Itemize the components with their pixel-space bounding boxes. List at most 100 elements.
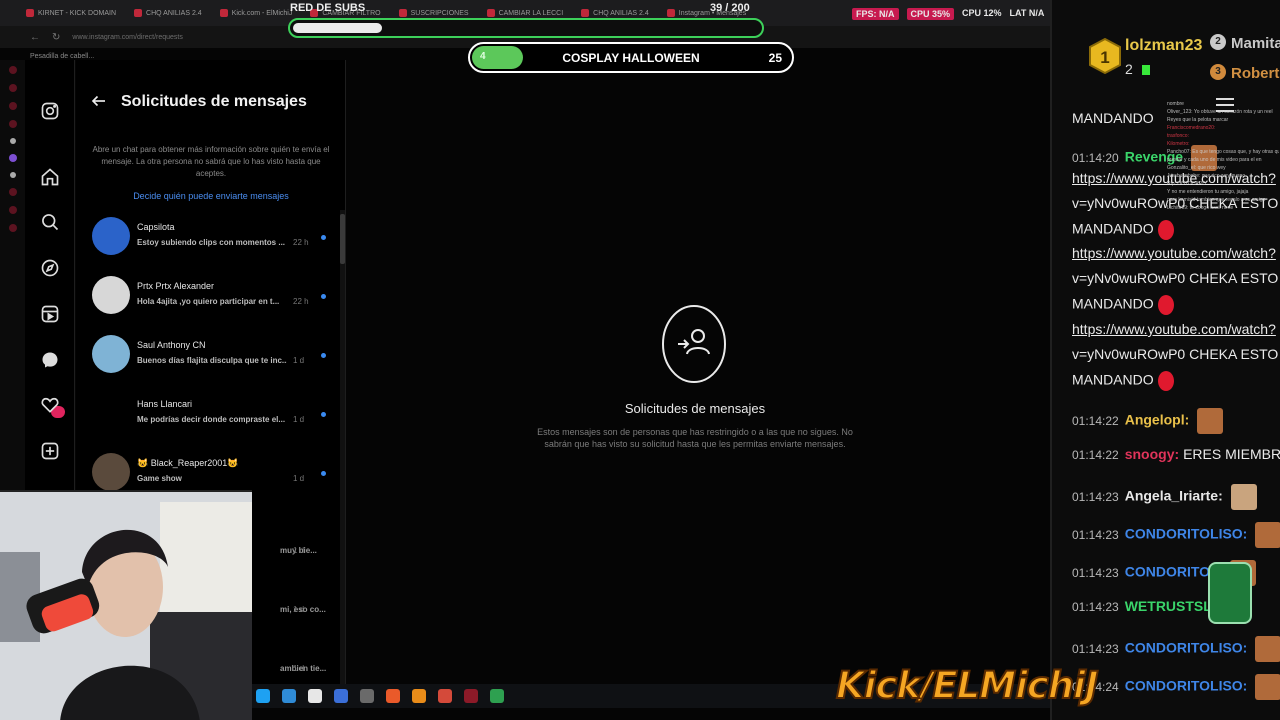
leader-1-count: 2 — [1125, 61, 1133, 77]
chat-link[interactable]: https://www.youtube.com/watch? — [1072, 245, 1276, 261]
chat-link[interactable]: https://www.youtube.com/watch? — [1072, 321, 1276, 337]
app-icon[interactable] — [8, 224, 17, 232]
thread-time: 1 d — [293, 474, 305, 483]
browser-tab[interactable]: CHQ ANILIAS 2.4 — [126, 3, 210, 23]
app-icon[interactable] — [8, 66, 17, 74]
bookmark-item[interactable]: Pesadilla de cabell... — [30, 53, 94, 60]
thread-name: Saul Anthony CN — [137, 340, 206, 350]
unread-dot — [321, 353, 326, 358]
rank-1-badge: 1 — [1089, 38, 1121, 74]
home-icon[interactable] — [39, 166, 61, 188]
chat-username[interactable]: Angelopl: — [1125, 412, 1190, 428]
create-post-icon[interactable] — [39, 440, 61, 462]
leader-1-name[interactable]: lolzman23 — [1125, 37, 1202, 55]
chat-text: MANDANDO — [1072, 110, 1154, 126]
webcam-feed — [0, 490, 252, 720]
taskbar-app-icon[interactable] — [464, 689, 478, 703]
browser-tab[interactable]: Kick.com - ElMichiJ — [212, 3, 301, 23]
x-icon[interactable] — [9, 172, 16, 178]
tab-favicon-icon — [581, 9, 590, 17]
overlay-chat-line: Rip: DOTOCARD — [1167, 181, 1206, 187]
app-icon[interactable] — [9, 138, 16, 144]
thread-preview: mi, eso co... — [280, 605, 326, 614]
chat-timestamp: 01:14:22 — [1072, 448, 1119, 462]
thread-name: Capsilota — [137, 222, 175, 232]
search-icon[interactable] — [39, 211, 61, 233]
chat-username[interactable]: Angela_Iriarte: — [1125, 488, 1223, 504]
chat-username[interactable]: CONDORITOLISO: — [1125, 678, 1248, 694]
app-icon[interactable] — [8, 84, 17, 92]
chat-message: https://www.youtube.com/watch? — [1072, 245, 1276, 261]
taskbar-app-icon[interactable] — [412, 689, 426, 703]
overlay-chat-line: Y no me entendieron tu amigo, jajaja — [1167, 189, 1249, 195]
tab-favicon-icon — [26, 9, 34, 17]
browser-tab-label: Kick.com - ElMichiJ — [231, 9, 293, 17]
chat-message: MANDANDO — [1072, 371, 1174, 391]
emote-icon — [1255, 636, 1280, 662]
chat-message: 01:14:23 CONDORITOLISO: — [1072, 522, 1280, 548]
chat-timestamp: 01:14:22 — [1072, 413, 1119, 428]
overlay-chat-line: Lichito09: te coogo aasii nene — [1167, 205, 1234, 211]
firefox-icon[interactable] — [386, 689, 400, 703]
thread-time: 1 d — [293, 415, 305, 424]
browser-tab-label: KIRNET - KICK DOMAIN — [38, 9, 117, 17]
browser-tab[interactable]: KIRNET - KICK DOMAIN — [18, 3, 124, 23]
overlay-chat-line: Pancho07: Es que tengo cosas que, y hay … — [1167, 149, 1279, 155]
taskbar-app-icon[interactable] — [282, 689, 296, 703]
list-item[interactable]: Capsilota Estoy subiendo clips con moment… — [90, 214, 330, 264]
messenger-icon[interactable] — [39, 349, 61, 371]
thread-preview: Buenos días flajita disculpa que te inc.… — [137, 356, 287, 365]
explore-icon[interactable] — [39, 257, 61, 279]
emote-icon — [1157, 220, 1174, 240]
latency-readout: LAT N/A — [1009, 8, 1045, 18]
reels-icon[interactable] — [39, 303, 61, 325]
taskbar-app-icon[interactable] — [438, 689, 452, 703]
chat-timestamp: 01:14:23 — [1072, 600, 1119, 614]
chat-message: 01:14:22 Angelopl: — [1072, 408, 1224, 434]
back-nav-icon[interactable]: ← — [30, 32, 40, 43]
taskbar-app-icon[interactable] — [308, 689, 322, 703]
taskbar-app-icon[interactable] — [334, 689, 348, 703]
tab-favicon-icon — [134, 9, 143, 17]
tab-favicon-icon — [398, 9, 407, 17]
back-arrow-icon[interactable] — [90, 92, 108, 110]
list-item[interactable]: Prtx Prtx Alexander Hola 4ajita ,yo quier… — [90, 273, 330, 323]
chat-username[interactable]: CONDORITOLISO: — [1125, 640, 1248, 656]
taskbar-app-icon[interactable] — [360, 689, 374, 703]
app-icon[interactable] — [8, 120, 17, 128]
thread-preview: Game show — [137, 474, 182, 483]
instagram-logo-icon[interactable] — [39, 100, 61, 122]
app-icon[interactable] — [8, 188, 17, 196]
leader-3-name[interactable]: Robert — [1231, 65, 1279, 82]
chat-timestamp: 01:14:23 — [1072, 527, 1119, 542]
taskbar-app-icon[interactable] — [256, 689, 270, 703]
chat-message: 01:14:22 snoogy: ERES MIEMBRO — [1072, 446, 1280, 462]
notifications-heart-icon[interactable] — [39, 394, 61, 416]
list-item[interactable]: Saul Anthony CN Buenos días flajita discu… — [90, 332, 330, 382]
browser-tab-label: CAMBIAR LA LECCI — [498, 9, 564, 17]
app-icon[interactable] — [8, 102, 17, 110]
twitch-icon[interactable] — [8, 154, 17, 162]
cpu2-readout: CPU 12% — [962, 8, 1002, 18]
list-item[interactable]: Hans Llancari Me podrías decir donde comp… — [90, 391, 330, 441]
tab-favicon-icon — [486, 9, 495, 17]
chat-username[interactable]: snoogy: — [1125, 446, 1179, 462]
chat-message: v=yNv0wuROwP0 CHEKA ESTO T — [1072, 270, 1280, 286]
app-icon[interactable] — [8, 206, 17, 214]
emote-icon — [1230, 484, 1257, 510]
reload-icon[interactable]: ↻ — [52, 32, 60, 43]
requests-scroll-thumb[interactable] — [340, 214, 345, 264]
url-field[interactable]: www.instagram.com/direct/requests — [72, 34, 182, 41]
emote-icon — [1255, 674, 1280, 700]
message-requests-icon — [662, 305, 726, 383]
chat-message: v=yNv0wuROwP0 CHEKA ESTO T — [1072, 346, 1280, 362]
leader-2-name[interactable]: Mamita — [1231, 35, 1280, 52]
emote-icon — [1197, 408, 1224, 434]
chat-username[interactable]: CONDORITOLISO: — [1125, 526, 1248, 542]
requests-scrollbar[interactable] — [340, 210, 345, 690]
overlay-chat-line: nombre — [1167, 101, 1184, 107]
chrome-icon[interactable] — [490, 689, 504, 703]
message-controls-link[interactable]: Decide quién puede enviarte mensajes — [76, 191, 346, 201]
chat-text: v=yNv0wuROwP0 CHEKA ESTO T — [1072, 346, 1280, 362]
subs-goal-title: RED DE SUBS — [290, 2, 366, 14]
